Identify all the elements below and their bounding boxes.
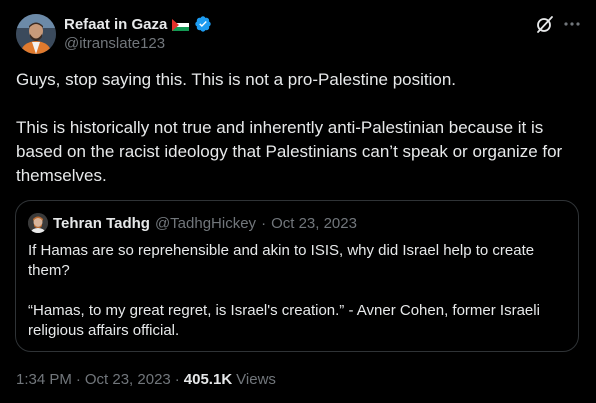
quoted-author-display-name[interactable]: Tehran Tadhg <box>53 215 150 232</box>
tweet-paragraph: This is historically not true and inhere… <box>16 118 563 185</box>
views-count[interactable]: 405.1K <box>184 371 232 388</box>
palestine-flag-icon <box>172 18 190 31</box>
quoted-tweet-paragraph: “Hamas, to my great regret, is Israel's … <box>28 302 540 339</box>
more-options-icon[interactable] <box>562 14 582 34</box>
author-handle[interactable]: @itranslate123 <box>64 35 165 52</box>
quoted-tweet-paragraph: If Hamas are so reprehensible and akin t… <box>28 242 535 279</box>
quoted-meta-separator: · <box>261 214 267 232</box>
quoted-tweet-card[interactable]: Tehran Tadhg @TadhgHickey · Oct 23, 2023… <box>15 200 579 352</box>
quoted-author-avatar[interactable] <box>28 213 48 233</box>
author-display-name[interactable]: Refaat in Gaza <box>64 16 167 33</box>
tweet: Refaat in Gaza @itranslate123 Guys, stop… <box>0 0 596 403</box>
tweet-text: Guys, stop saying this. This is not a pr… <box>16 68 582 188</box>
verified-badge-icon[interactable] <box>194 15 212 33</box>
quoted-author-handle[interactable]: @TadhgHickey <box>155 215 256 232</box>
footer-separator: · <box>174 371 180 388</box>
quoted-tweet-text: If Hamas are so reprehensible and akin t… <box>28 241 566 341</box>
footer-separator: · <box>75 371 81 388</box>
author-avatar[interactable] <box>16 14 56 54</box>
tweet-footer: 1:34 PM · Oct 23, 2023 · 405.1K Views <box>16 371 276 388</box>
quoted-tweet-date[interactable]: Oct 23, 2023 <box>271 215 357 232</box>
tweet-date[interactable]: Oct 23, 2023 <box>85 371 171 388</box>
views-label: Views <box>236 371 276 388</box>
grok-icon[interactable] <box>535 14 555 34</box>
tweet-time[interactable]: 1:34 PM <box>16 371 72 388</box>
author-name-row: Refaat in Gaza <box>64 14 212 34</box>
quoted-tweet-header: Tehran Tadhg @TadhgHickey · Oct 23, 2023 <box>28 213 357 233</box>
tweet-paragraph: Guys, stop saying this. This is not a pr… <box>16 70 457 89</box>
